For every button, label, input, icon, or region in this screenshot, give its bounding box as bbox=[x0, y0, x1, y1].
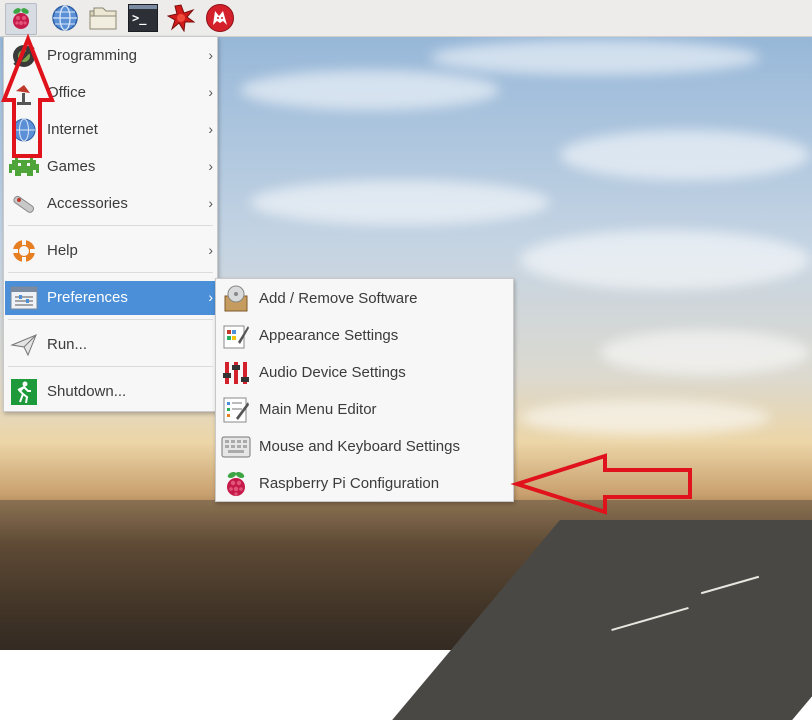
chevron-right-icon: › bbox=[208, 242, 213, 258]
preferences-icon bbox=[9, 283, 39, 313]
programming-icon bbox=[9, 41, 39, 71]
internet-icon bbox=[9, 115, 39, 145]
submenu-item-audio-device-settings[interactable]: Audio Device Settings bbox=[217, 356, 512, 390]
terminal-icon[interactable]: >_ bbox=[128, 3, 158, 33]
raspberry-pi-configuration-icon bbox=[221, 469, 251, 499]
raspberry-pi-menu-icon[interactable] bbox=[5, 3, 37, 35]
submenu-item-label: Raspberry Pi Configuration bbox=[259, 475, 440, 492]
web-browser-icon[interactable] bbox=[50, 3, 80, 33]
menu-item-label: Games bbox=[47, 158, 96, 175]
submenu-item-label: Appearance Settings bbox=[259, 327, 399, 344]
menu-item-preferences[interactable]: Preferences › bbox=[5, 281, 216, 315]
accessories-icon bbox=[9, 189, 39, 219]
menu-item-label: Accessories bbox=[47, 195, 128, 212]
submenu-item-label: Main Menu Editor bbox=[259, 401, 377, 418]
submenu-item-label: Mouse and Keyboard Settings bbox=[259, 438, 460, 455]
menu-separator bbox=[8, 225, 213, 226]
submenu-item-raspberry-pi-configuration[interactable]: Raspberry Pi Configuration bbox=[217, 467, 512, 501]
submenu-item-label: Add / Remove Software bbox=[259, 290, 418, 307]
submenu-item-mouse-keyboard-settings[interactable]: Mouse and Keyboard Settings bbox=[217, 430, 512, 464]
mouse-keyboard-settings-icon bbox=[221, 432, 251, 462]
audio-device-settings-icon bbox=[221, 358, 251, 388]
chevron-right-icon: › bbox=[208, 195, 213, 211]
menu-item-office[interactable]: Office › bbox=[5, 76, 216, 110]
menu-item-accessories[interactable]: Accessories › bbox=[5, 187, 216, 221]
chevron-right-icon: › bbox=[208, 121, 213, 137]
menu-item-games[interactable]: Games › bbox=[5, 150, 216, 184]
menu-item-label: Help bbox=[47, 242, 78, 259]
menu-item-label: Preferences bbox=[47, 289, 128, 306]
submenu-item-label: Audio Device Settings bbox=[259, 364, 406, 381]
main-menu-editor-icon bbox=[221, 395, 251, 425]
menu-item-label: Internet bbox=[47, 121, 98, 138]
office-icon bbox=[9, 78, 39, 108]
menu-separator bbox=[8, 319, 213, 320]
submenu-item-appearance-settings[interactable]: Appearance Settings bbox=[217, 319, 512, 353]
menu-item-label: Run... bbox=[47, 336, 88, 353]
menu-item-internet[interactable]: Internet › bbox=[5, 113, 216, 147]
terminal-prompt-glyph: >_ bbox=[132, 11, 147, 25]
shutdown-icon bbox=[9, 377, 39, 407]
menu-item-label: Office bbox=[47, 84, 86, 101]
mathematica-icon[interactable] bbox=[166, 3, 196, 33]
menu-item-help[interactable]: Help › bbox=[5, 234, 216, 268]
menu-separator bbox=[8, 366, 213, 367]
appearance-settings-icon bbox=[221, 321, 251, 351]
menu-item-run[interactable]: Run... bbox=[5, 328, 216, 362]
menu-item-shutdown[interactable]: Shutdown... bbox=[5, 375, 216, 409]
menu-item-programming[interactable]: Programming › bbox=[5, 39, 216, 73]
help-icon bbox=[9, 236, 39, 266]
chevron-right-icon: › bbox=[208, 289, 213, 305]
chevron-right-icon: › bbox=[208, 84, 213, 100]
chevron-right-icon: › bbox=[208, 158, 213, 174]
submenu-item-add-remove-software[interactable]: Add / Remove Software bbox=[217, 282, 512, 316]
preferences-submenu: Add / Remove Software Appearance Setting… bbox=[215, 278, 514, 502]
top-panel: >_ bbox=[0, 0, 812, 37]
menu-item-label: Programming bbox=[47, 47, 138, 64]
run-icon bbox=[9, 330, 39, 360]
games-icon bbox=[9, 152, 39, 182]
submenu-item-main-menu-editor[interactable]: Main Menu Editor bbox=[217, 393, 512, 427]
menu-separator bbox=[8, 272, 213, 273]
wolfram-icon[interactable] bbox=[205, 3, 235, 33]
application-menu: Programming › Office › Internet › Games … bbox=[3, 36, 218, 412]
file-manager-icon[interactable] bbox=[88, 3, 118, 33]
menu-item-label: Shutdown... bbox=[47, 383, 127, 400]
add-remove-software-icon bbox=[221, 284, 251, 314]
chevron-right-icon: › bbox=[208, 47, 213, 63]
